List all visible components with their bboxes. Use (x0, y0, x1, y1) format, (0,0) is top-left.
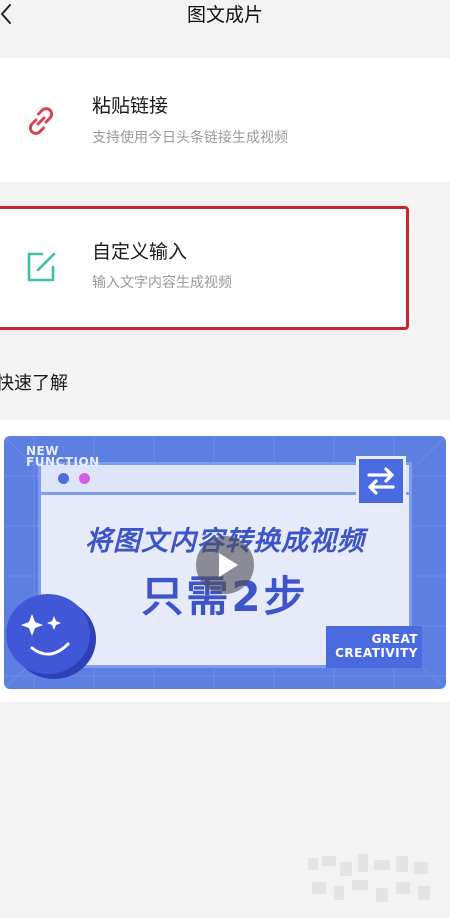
section-title: 快速了解 (0, 373, 68, 394)
great-creativity-tag: GREAT CREATIVITY (326, 626, 422, 668)
link-icon (22, 102, 60, 140)
paste-link-option[interactable]: 粘贴链接 支持使用今日头条链接生成视频 (0, 58, 450, 182)
sparkle-smiley-icon (4, 586, 100, 684)
option-description: 输入文字内容生成视频 (92, 275, 232, 291)
edit-icon (22, 248, 60, 286)
swap-arrows-icon (356, 456, 406, 506)
window-dot-icon (79, 473, 90, 484)
window-dot-icon (58, 473, 69, 484)
top-bar: 图文成片 (0, 0, 450, 40)
option-description: 支持使用今日头条链接生成视频 (92, 130, 288, 146)
new-function-tag: NEW FUNCTION (26, 444, 100, 469)
page-title: 图文成片 (186, 4, 263, 26)
window-titlebar (41, 465, 409, 495)
option-title: 自定义输入 (92, 241, 188, 263)
tutorial-video[interactable]: NEW FUNCTION 将图文内容转换成视频 只需2步 (4, 436, 446, 689)
custom-input-option[interactable]: 自定义输入 输入文字内容生成视频 (0, 206, 409, 330)
play-button[interactable] (196, 536, 254, 594)
play-icon (219, 553, 238, 577)
watermark-logo (308, 854, 430, 902)
option-title: 粘贴链接 (92, 95, 169, 117)
